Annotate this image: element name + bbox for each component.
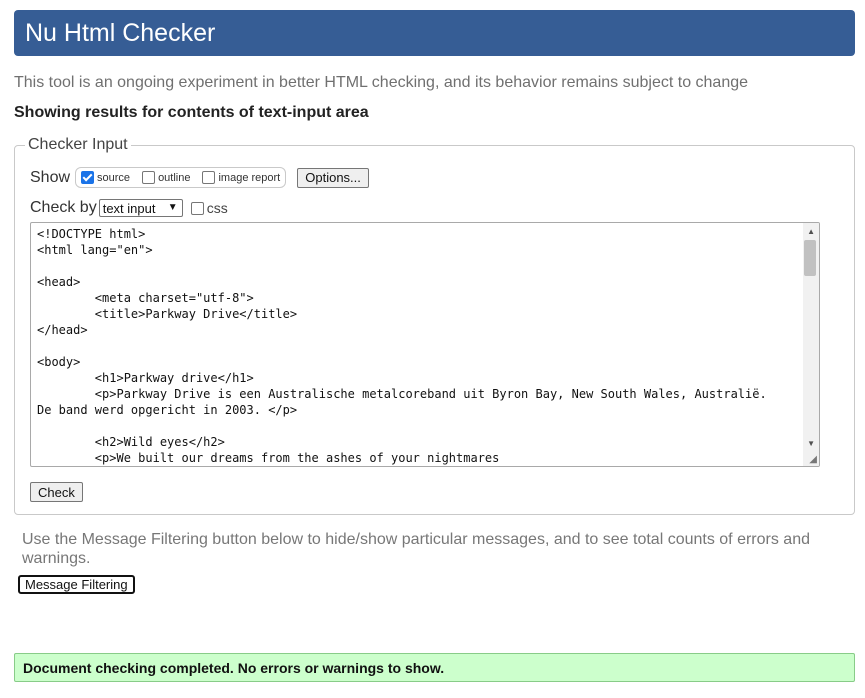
show-source-option[interactable]: source (81, 171, 130, 184)
resize-handle-icon[interactable]: ◢ (809, 454, 817, 465)
code-line: <html lang="en"> (37, 243, 153, 257)
outline-checkbox[interactable] (142, 171, 156, 184)
code-line: <head> (37, 275, 81, 289)
check-button[interactable]: Check (30, 482, 83, 502)
show-outline-option[interactable]: outline (142, 171, 190, 184)
code-line: </head> (37, 323, 88, 337)
message-filtering-button[interactable]: Message Filtering (18, 575, 135, 594)
code-line: <body> (37, 355, 81, 369)
app-header: Nu Html Checker (14, 10, 855, 56)
options-button[interactable]: Options... (297, 167, 369, 188)
check-by-label: Check by (30, 199, 97, 216)
css-label: css (206, 200, 228, 216)
textarea-scrollbar[interactable]: ▲ ▼ (803, 223, 819, 466)
page-title: Nu Html Checker (25, 18, 216, 47)
code-line: <h2>Wild eyes</h2> (37, 435, 225, 449)
scroll-thumb[interactable] (804, 240, 816, 276)
code-line: <h1>Parkway drive</h1> (37, 371, 254, 385)
show-row: Show source outline image report Options… (30, 167, 369, 188)
scroll-down-icon[interactable]: ▼ (807, 439, 815, 448)
css-option[interactable]: css (190, 200, 228, 216)
image-report-label: image report (218, 171, 281, 184)
source-textarea[interactable]: <!DOCTYPE html> <html lang="en"> <head> <… (30, 222, 820, 467)
code-line: <meta charset="utf-8"> (37, 291, 254, 305)
outline-label: outline (158, 171, 191, 184)
code-line: <p>We built our dreams from the ashes of… (37, 451, 500, 465)
code-line: De band werd opgericht in 2003. </p> (37, 403, 298, 417)
check-by-value: text input (102, 200, 156, 216)
check-by-row: Check by text input ▼ css (30, 199, 228, 217)
showing-results-heading: Showing results for contents of text-inp… (14, 104, 369, 121)
message-filtering-info: Use the Message Filtering button below t… (22, 531, 810, 567)
checker-input-fieldset: Checker Input Show source outline image … (14, 136, 855, 515)
code-line: <title>Parkway Drive</title> (37, 307, 298, 321)
source-code: <!DOCTYPE html> <html lang="en"> <head> <… (37, 226, 801, 466)
result-success-message: Document checking completed. No errors o… (14, 653, 855, 682)
scroll-up-icon[interactable]: ▲ (807, 227, 815, 236)
code-line: <!DOCTYPE html> (37, 227, 146, 241)
css-checkbox[interactable] (190, 201, 204, 215)
source-checkbox[interactable] (81, 171, 95, 184)
show-label: Show (30, 168, 71, 186)
show-options-group: source outline image report (75, 167, 287, 188)
subtitle-text: This tool is an ongoing experiment in be… (14, 74, 749, 91)
code-line: <p>Parkway Drive is een Australische met… (37, 387, 767, 401)
image-report-checkbox[interactable] (202, 171, 216, 184)
checker-input-legend: Checker Input (25, 136, 131, 154)
chevron-down-icon: ▼ (167, 202, 178, 213)
check-by-select[interactable]: text input ▼ (98, 199, 183, 217)
show-image-report-option[interactable]: image report (202, 171, 280, 184)
source-label: source (97, 171, 131, 184)
